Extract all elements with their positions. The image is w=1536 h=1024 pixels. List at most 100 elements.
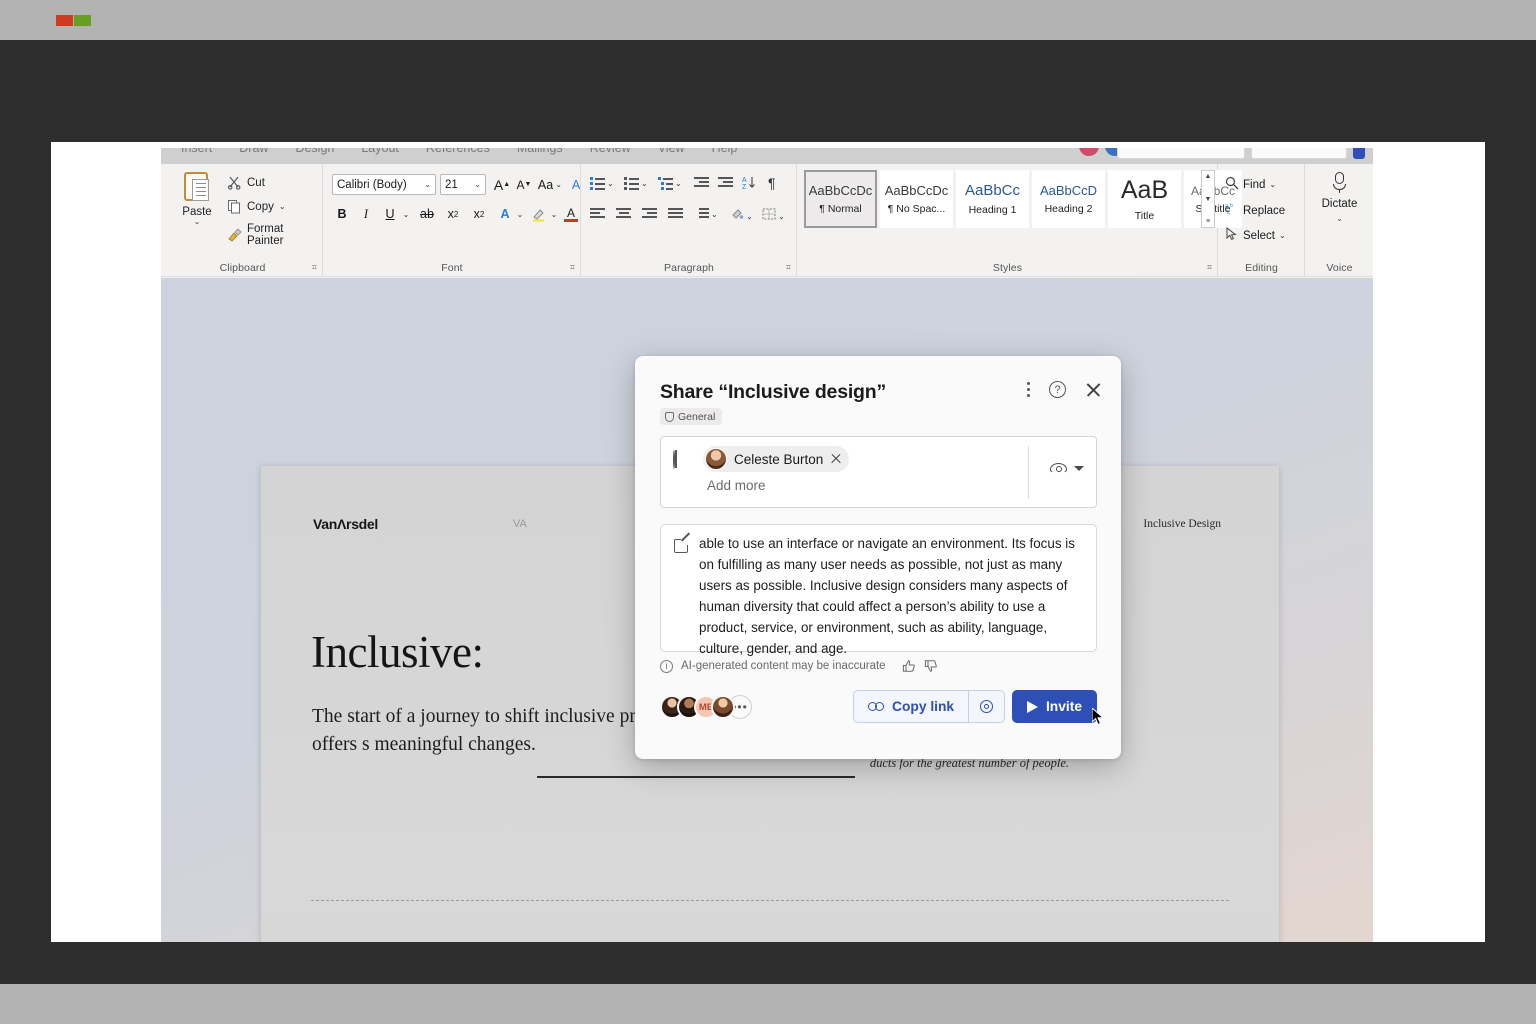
styles-scroll-up[interactable]: ▲ [1205, 173, 1212, 180]
shading-button[interactable]: ⌄ [730, 207, 753, 226]
format-painter-label: Format Painter [247, 223, 284, 247]
bold-button[interactable]: B [332, 204, 352, 224]
format-painter-button[interactable]: Format Painter [227, 223, 322, 247]
shared-with-avatars[interactable]: ME ••• [660, 695, 752, 719]
permission-dropdown[interactable] [1050, 463, 1084, 474]
tab-draw[interactable]: Draw [239, 148, 268, 155]
people-picker[interactable]: Celeste Burton Add more [660, 436, 1097, 508]
app-card: Insert Draw Design Layout References Mai… [51, 142, 1485, 942]
align-right-button[interactable] [642, 208, 657, 220]
font-color-button[interactable]: A [562, 204, 580, 224]
tab-help[interactable]: Help [712, 148, 738, 155]
clipboard-dialog-launcher[interactable]: ⌗ [312, 262, 317, 273]
window-controls[interactable] [1117, 148, 1365, 159]
styles-dialog-launcher[interactable]: ⌗ [1207, 262, 1212, 273]
chevron-down-icon[interactable]: ⌄ [1269, 180, 1276, 189]
avatar[interactable] [711, 695, 735, 719]
style-heading-1[interactable]: AaBbCc Heading 1 [956, 170, 1029, 228]
underline-chevron-icon[interactable]: ⌄ [400, 204, 412, 224]
highlight-button[interactable] [530, 204, 548, 224]
tab-insert[interactable]: Insert [181, 148, 212, 155]
style-no-spacing[interactable]: AaBbCcDc ¶ No Spac... [880, 170, 953, 228]
share-control[interactable] [1251, 148, 1347, 159]
help-icon[interactable]: ? [1049, 381, 1066, 398]
underline-button[interactable]: U [380, 204, 400, 224]
chevron-down-icon[interactable]: ⌄ [1306, 214, 1373, 223]
increase-indent-button[interactable] [718, 177, 733, 189]
svg-text:A: A [742, 177, 747, 184]
tab-mailings[interactable]: Mailings [517, 148, 563, 155]
font-size-select[interactable]: 21 ⌄ [440, 174, 486, 195]
text-effects-button[interactable]: A [496, 204, 514, 224]
ai-message-text[interactable]: able to use an interface or navigate an … [699, 534, 1089, 659]
subscript-button[interactable]: x2 [442, 204, 464, 224]
invite-button[interactable]: Invite [1012, 690, 1097, 723]
align-left-button[interactable] [590, 208, 605, 220]
copy-link-button[interactable]: Copy link [854, 691, 968, 722]
recipient-chip[interactable]: Celeste Burton [703, 446, 850, 472]
copy-link-group[interactable]: Copy link [853, 690, 1006, 723]
font-family-select[interactable]: Calibri (Body) ⌄ [332, 174, 436, 195]
styles-more[interactable]: ≡ [1206, 218, 1210, 225]
replace-button[interactable]: abc Replace [1224, 202, 1285, 219]
italic-button[interactable]: I [356, 204, 376, 224]
shrink-font-button[interactable]: A ▼ [514, 174, 534, 195]
borders-button[interactable]: ⌄ [762, 207, 785, 226]
shading-icon [730, 207, 744, 226]
highlight-chevron-icon[interactable]: ⌄ [548, 204, 560, 224]
cut-button[interactable]: Cut [227, 175, 265, 190]
link-icon [868, 702, 884, 711]
chevron-down-icon[interactable]: ⌄ [279, 202, 286, 211]
style-normal[interactable]: AaBbCcDc ¶ Normal [804, 170, 877, 228]
add-more-input[interactable]: Add more [707, 478, 766, 493]
align-center-button[interactable] [616, 208, 631, 220]
find-button[interactable]: Find ⌄ [1225, 176, 1276, 193]
chevron-down-icon[interactable]: ⌄ [173, 218, 221, 226]
share-dialog[interactable]: Share “Inclusive design” ? General Celes… [635, 356, 1121, 759]
close-icon[interactable] [1085, 381, 1102, 398]
chevron-down-icon[interactable]: ⌄ [1279, 231, 1286, 240]
style-title[interactable]: AaB Title [1108, 170, 1181, 228]
bullets-button[interactable]: ⌄ [590, 177, 614, 190]
change-case-button[interactable]: Aa ⌄ [536, 174, 564, 195]
decrease-indent-button[interactable] [694, 177, 709, 189]
comments-indicator[interactable] [1353, 148, 1365, 159]
sort-button[interactable]: AZ [742, 175, 756, 190]
link-settings-button[interactable] [968, 691, 1004, 722]
style-heading-2[interactable]: AaBbCcD Heading 2 [1032, 170, 1105, 228]
styles-scroll-down[interactable]: ▼ [1205, 196, 1212, 203]
select-button[interactable]: Select ⌄ [1225, 226, 1286, 244]
copy-button[interactable]: Copy ⌄ [227, 199, 286, 214]
styles-scrollbar[interactable]: ▲ ▼ ≡ [1201, 170, 1215, 228]
chevron-down-icon[interactable]: ⌄ [424, 180, 431, 189]
numbering-button[interactable]: ⌄ [624, 177, 648, 190]
superscript-button[interactable]: x2 [468, 204, 490, 224]
edit-icon[interactable] [674, 538, 688, 553]
tab-view[interactable]: View [658, 148, 685, 155]
line-spacing-button[interactable]: ⌄ [694, 208, 718, 220]
text-effects-chevron-icon[interactable]: ⌄ [514, 204, 526, 224]
chevron-down-icon[interactable]: ⌄ [474, 180, 481, 189]
sensitivity-badge[interactable]: General [660, 408, 723, 425]
ai-message-box[interactable]: able to use an interface or navigate an … [660, 524, 1097, 656]
paste-button[interactable]: Paste ⌄ [173, 170, 221, 226]
chevron-down-icon[interactable] [1074, 466, 1084, 471]
strikethrough-button[interactable]: ab [416, 204, 438, 224]
multilevel-list-button[interactable]: ⌄ [658, 177, 682, 190]
paragraph-dialog-launcher[interactable]: ⌗ [786, 262, 791, 273]
show-marks-button[interactable]: ¶ [768, 175, 776, 191]
remove-recipient-icon[interactable] [830, 453, 842, 465]
tab-layout[interactable]: Layout [361, 148, 399, 155]
tab-design[interactable]: Design [295, 148, 334, 155]
thumbs-up-icon[interactable] [902, 659, 916, 673]
grow-font-button[interactable]: A ▲ [492, 174, 512, 195]
justify-button[interactable] [668, 208, 683, 220]
tab-references[interactable]: References [426, 148, 490, 155]
align-right-icon [642, 208, 657, 220]
thumbs-down-icon[interactable] [924, 659, 938, 673]
tab-review[interactable]: Review [590, 148, 631, 155]
search-box[interactable] [1117, 148, 1245, 159]
font-dialog-launcher[interactable]: ⌗ [570, 262, 575, 273]
more-options-icon[interactable] [1027, 382, 1030, 397]
collaborator-avatar[interactable] [1079, 148, 1099, 156]
